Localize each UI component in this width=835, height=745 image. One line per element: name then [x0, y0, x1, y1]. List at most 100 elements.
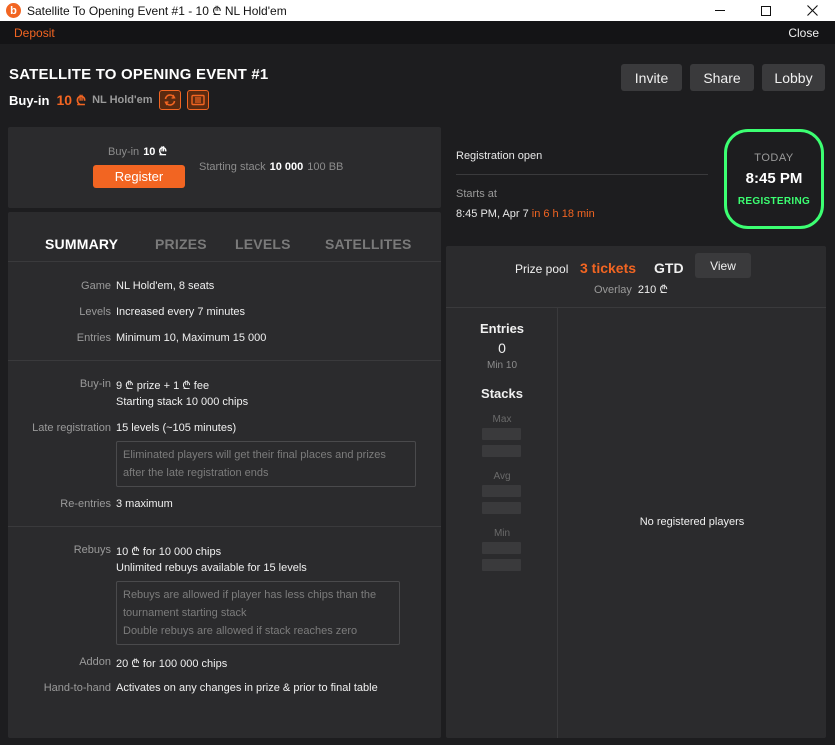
section-divider	[8, 526, 441, 527]
tab-prizes[interactable]: PRIZES	[155, 236, 207, 252]
row-label: Levels	[79, 306, 111, 318]
registration-buyin-label: Buy-in	[108, 146, 140, 158]
registration-buyin-value: 10 ₾	[143, 146, 167, 158]
info-tabs: SUMMARY PRIZES LEVELS SATELLITES	[8, 212, 441, 262]
lobby-button[interactable]: Lobby	[762, 64, 825, 91]
row-label: Re-entries	[60, 498, 111, 510]
row-label: Game	[81, 280, 111, 292]
tab-levels[interactable]: LEVELS	[235, 236, 291, 252]
invite-button[interactable]: Invite	[621, 64, 682, 91]
deposit-link[interactable]: Deposit	[14, 26, 55, 40]
starting-stack-value: 10 000	[269, 161, 304, 173]
close-icon	[806, 5, 818, 16]
window-titlebar: b Satellite To Opening Event #1 - 10 ₾ N…	[0, 0, 835, 21]
note-line: Rebuys are allowed if player has less ch…	[123, 589, 377, 601]
row-value: 9 ₾ prize + 1 ₾ fee	[116, 380, 210, 392]
stack-avg-label: Avg	[493, 471, 511, 482]
registration-buyin: Buy-in 10 ₾	[108, 144, 167, 159]
late-registration-note: Eliminated players will get their final …	[116, 441, 416, 487]
stack-min-label: Min	[493, 528, 511, 539]
register-button[interactable]: Register	[93, 165, 185, 188]
row-value: 15 levels (~105 minutes)	[116, 422, 237, 434]
entries-title: Entries	[479, 321, 525, 336]
row-value: 10 ₾ for 10 000 chips	[116, 546, 222, 558]
minimize-icon	[715, 10, 725, 11]
prize-gtd: GTD	[654, 260, 684, 276]
row-label: Rebuys	[73, 544, 111, 556]
tab-summary[interactable]: SUMMARY	[45, 236, 118, 252]
clock-day: TODAY	[754, 151, 794, 164]
header-game: NL Hold'em	[92, 94, 153, 106]
note-line: Double rebuys are allowed if stack reach…	[123, 625, 358, 637]
header-buyin: Buy-in 10 ₾ NL Hold'em	[9, 90, 209, 110]
starting-stack-label: Starting stack	[199, 161, 266, 173]
maximize-icon	[761, 5, 771, 16]
rebuy-note: Rebuys are allowed if player has less ch…	[116, 581, 400, 645]
starting-stack-bb: 100 BB	[307, 161, 344, 173]
starts-label: Starts at	[456, 188, 497, 200]
stack-avg-placeholder	[482, 485, 521, 497]
overlay: Overlay 210 ₾	[594, 282, 668, 297]
registration-panel: Buy-in 10 ₾ Register Starting stack 10 000…	[8, 127, 441, 208]
app-logo-icon: b	[6, 3, 21, 18]
header-buyin-label: Buy-in	[9, 92, 50, 108]
currency-icon: ₾	[76, 93, 87, 108]
minimize-button[interactable]	[697, 0, 743, 21]
clock-time: 8:45 PM	[745, 169, 803, 187]
top-bar: Deposit Close	[0, 21, 835, 44]
row-label: Buy-in	[79, 378, 111, 390]
stacks-title: Stacks	[481, 386, 523, 401]
starting-stack: Starting stack 10 000 100 BB	[199, 161, 343, 173]
row-value: Increased every 7 minutes	[116, 306, 246, 318]
registration-status: Registration open	[456, 150, 543, 162]
row-value: NL Hold'em, 8 seats	[116, 280, 215, 292]
row-value: 3 maximum	[116, 498, 173, 510]
prize-pool-label: Prize pool	[515, 262, 569, 276]
row-value: Activates on any changes in prize & prio…	[116, 682, 378, 694]
row-label: Late registration	[32, 422, 111, 434]
start-clock-badge: TODAY 8:45 PM REGISTERING	[724, 129, 824, 229]
countdown: in 6 h 18 min	[531, 208, 595, 220]
page-title: SATELLITE TO OPENING EVENT #1	[9, 66, 269, 83]
stack-max-placeholder	[482, 428, 521, 440]
maximize-button[interactable]	[743, 0, 789, 21]
close-link[interactable]: Close	[788, 26, 819, 40]
view-prizes-button[interactable]: View	[695, 253, 751, 278]
stack-min-placeholder	[482, 542, 521, 554]
status-divider	[456, 174, 708, 175]
row-value: Minimum 10, Maximum 15 000	[116, 332, 267, 344]
tournament-info-panel: SUMMARY PRIZES LEVELS SATELLITES Game NL…	[8, 212, 441, 738]
close-window-button[interactable]	[789, 0, 835, 21]
row-label: Hand-to-hand	[43, 682, 111, 694]
ticket-badge-icon	[186, 90, 209, 110]
stack-max-placeholder	[482, 445, 521, 457]
status-area: Registration open Starts at 8:45 PM, Apr…	[446, 127, 826, 240]
stack-max-label: Max	[492, 414, 512, 425]
share-button[interactable]: Share	[690, 64, 754, 91]
prize-pool-header: Prize pool 3 tickets GTD View Overlay 210…	[446, 246, 826, 308]
row-value: Unlimited rebuys available for 15 levels	[116, 562, 307, 574]
starts-time: 8:45 PM, Apr 7	[456, 208, 529, 220]
entries-min: Min 10	[486, 360, 517, 371]
entries-count: 0	[498, 340, 506, 356]
overlay-label: Overlay	[594, 284, 632, 296]
window-controls	[697, 0, 835, 21]
starts-at: 8:45 PM, Apr 7 in 6 h 18 min	[456, 208, 595, 220]
prize-panel: Prize pool 3 tickets GTD View Overlay 210…	[446, 246, 826, 738]
row-label: Addon	[79, 656, 111, 668]
stack-avg-placeholder	[482, 502, 521, 514]
clock-state: REGISTERING	[737, 195, 811, 207]
rebuy-badge-icon	[158, 90, 181, 110]
stats-column: Entries 0 Min 10 Stacks Max Avg Min	[446, 308, 558, 738]
header-actions: Invite Share Lobby	[621, 64, 825, 91]
row-label: Entries	[76, 332, 111, 344]
window-title: Satellite To Opening Event #1 - 10 ₾ NL …	[27, 4, 287, 18]
note-line: tournament starting stack	[123, 607, 247, 619]
section-divider	[8, 360, 441, 361]
tab-satellites[interactable]: SATELLITES	[325, 236, 412, 252]
note-line: Eliminated players will get their final …	[123, 449, 386, 461]
row-value: 20 ₾ for 100 000 chips	[116, 658, 228, 670]
header-buyin-value: 10	[56, 92, 73, 108]
no-players-message: No registered players	[639, 516, 745, 528]
tournament-header: SATELLITE TO OPENING EVENT #1 Buy-in 10 …	[0, 44, 835, 124]
